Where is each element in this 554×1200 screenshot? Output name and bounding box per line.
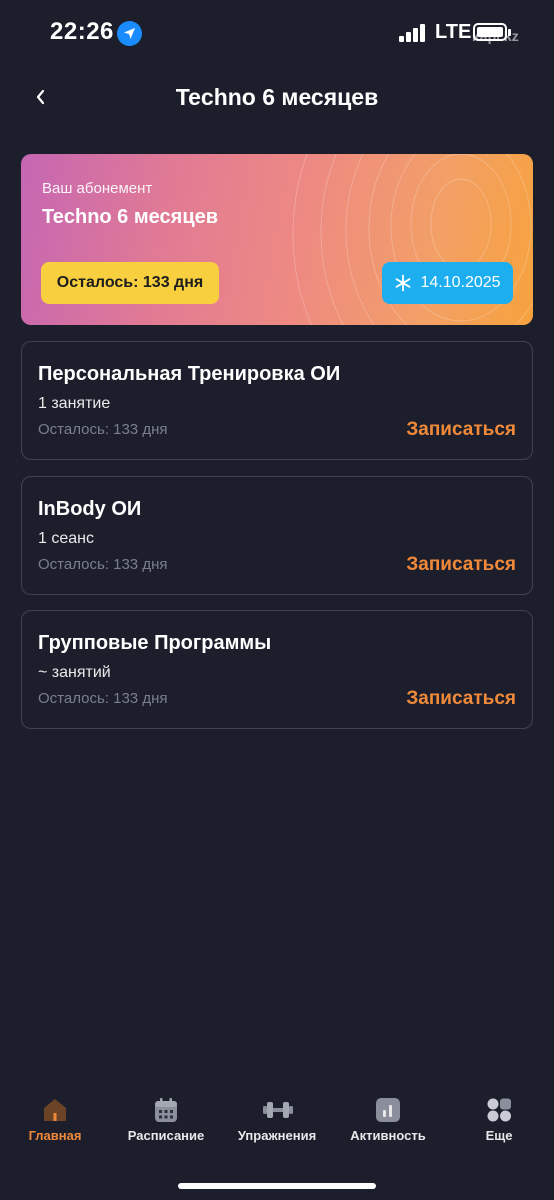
freeze-date: 14.10.2025 — [420, 274, 501, 291]
subscription-name: Techno 6 месяцев — [42, 206, 219, 228]
service-remaining: Осталось: 133 дня — [38, 421, 168, 438]
service-sessions: 1 сеанс — [38, 530, 94, 547]
grid-icon — [485, 1096, 513, 1124]
dumbbell-icon — [263, 1096, 293, 1124]
chart-icon — [374, 1096, 402, 1124]
book-button[interactable]: Записаться — [406, 688, 516, 710]
remaining-days-badge: Осталось: 133 дня — [41, 262, 219, 304]
nav-more[interactable]: Еще — [444, 1085, 554, 1143]
network-label: LTE — [435, 21, 472, 43]
nav-label: Упражнения — [237, 1128, 317, 1143]
subscription-label: Ваш абонемент — [42, 180, 153, 197]
nav-schedule[interactable]: Расписание — [111, 1085, 221, 1143]
service-card: InBody ОИ 1 сеанс Осталось: 133 дня Запи… — [21, 476, 533, 595]
calendar-icon — [152, 1096, 180, 1124]
nav-activity[interactable]: Активность — [333, 1085, 443, 1143]
nav-label: Активность — [350, 1128, 426, 1143]
subscription-card: Ваш абонемент Techno 6 месяцев Осталось:… — [21, 154, 533, 325]
book-button[interactable]: Записаться — [406, 419, 516, 441]
service-card: Групповые Программы ~ занятий Осталось: … — [21, 610, 533, 729]
service-title: InBody ОИ — [38, 498, 142, 520]
home-icon — [41, 1096, 69, 1124]
nav-exercises[interactable]: Упражнения — [222, 1085, 332, 1143]
nav-label: Расписание — [127, 1128, 205, 1143]
nav-label: Главная — [28, 1128, 82, 1143]
status-bar: 22:26 LTE kapi.kz — [0, 0, 554, 66]
book-button[interactable]: Записаться — [406, 554, 516, 576]
home-indicator[interactable] — [178, 1183, 376, 1189]
freeze-date-badge[interactable]: 14.10.2025 — [382, 262, 513, 304]
snowflake-icon — [396, 274, 411, 292]
service-remaining: Осталось: 133 дня — [38, 690, 168, 707]
page-title: Techno 6 месяцев — [175, 84, 379, 110]
service-sessions: ~ занятий — [38, 664, 111, 681]
service-remaining: Осталось: 133 дня — [38, 556, 168, 573]
service-title: Групповые Программы — [38, 632, 272, 654]
signal-icon — [399, 24, 427, 42]
status-time: 22:26 — [50, 18, 114, 45]
service-sessions: 1 занятие — [38, 395, 111, 412]
location-arrow-icon — [117, 21, 142, 46]
watermark: kapi.kz — [472, 28, 519, 44]
nav-home[interactable]: Главная — [0, 1085, 110, 1143]
service-title: Персональная Тренировка ОИ — [38, 363, 341, 385]
nav-label: Еще — [485, 1128, 513, 1143]
bottom-nav: Главная Расписание Упражнения Активность… — [0, 1085, 554, 1155]
service-card: Персональная Тренировка ОИ 1 занятие Ост… — [21, 341, 533, 460]
